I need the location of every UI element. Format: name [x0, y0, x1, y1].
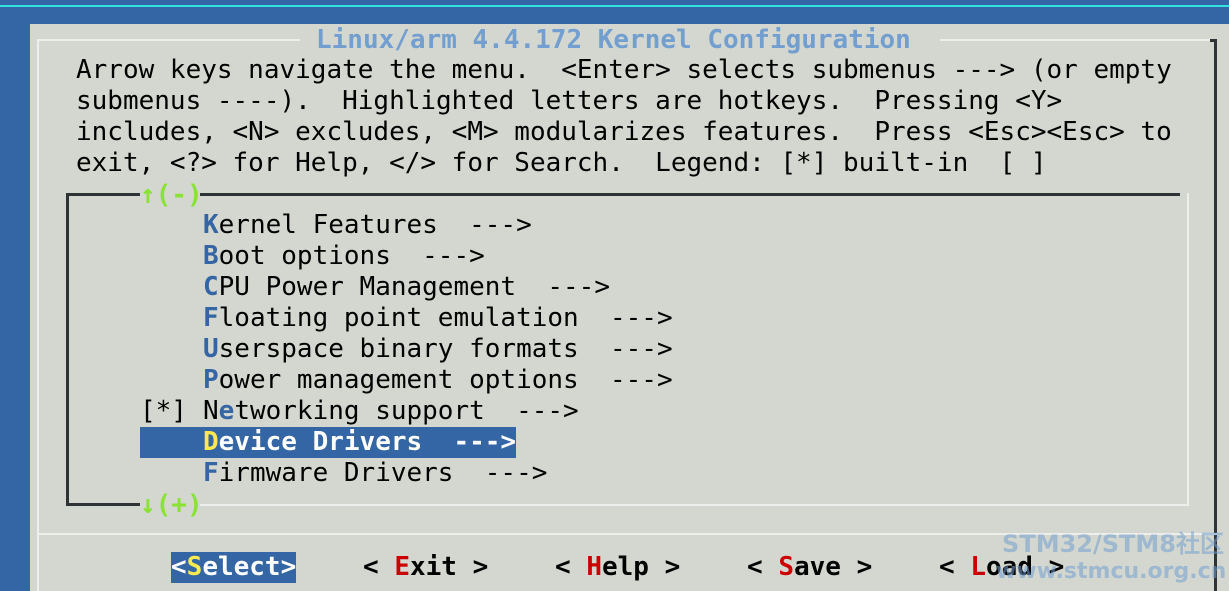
menu-item-label: Userspace binary formats --->	[203, 334, 673, 364]
help-text-line: exit, <?> for Help, </> for Search. Lege…	[76, 148, 1047, 178]
help-text-line: submenus ----). Highlighted letters are …	[76, 86, 1063, 116]
menu-item-label: Firmware Drivers --->	[203, 458, 547, 488]
dialog-border	[1214, 39, 1217, 591]
help-button[interactable]: < Help >	[555, 552, 680, 583]
menu-item[interactable]: [*] Networking support --->	[140, 396, 579, 427]
watermark: STM32/STM8社区 www.stmcu.org.cn	[996, 530, 1227, 586]
menu-item-hotkey: C	[203, 272, 219, 302]
save-button[interactable]: < Save >	[747, 552, 872, 583]
help-text-line: includes, <N> excludes, <M> modularizes …	[76, 117, 1172, 147]
menu-item-hotkey: P	[203, 365, 219, 395]
button-hotkey: L	[970, 552, 986, 582]
menu-box-border	[66, 193, 140, 196]
menu-item-hotkey: B	[203, 241, 219, 271]
watermark-line: STM32/STM8社区	[1002, 530, 1224, 558]
button-hotkey: E	[394, 552, 410, 582]
menu-item-text: loating point emulation --->	[218, 303, 673, 333]
menu-box-border	[66, 503, 140, 506]
button-bracket: <	[747, 552, 779, 582]
button-bracket: >	[456, 552, 489, 582]
scroll-up-indicator[interactable]: ↑(-)	[140, 180, 203, 211]
menu-item-label: Device Drivers --->	[203, 427, 516, 457]
menu-item-hotkey: F	[203, 303, 219, 333]
menu-item-text: PU Power Management --->	[218, 272, 610, 302]
menu-item-hotkey: e	[218, 396, 235, 426]
menu-item-hotkey: U	[203, 334, 219, 364]
menu-item[interactable]: Device Drivers --->	[140, 427, 517, 458]
menu-item-checkbox: [*]	[140, 396, 187, 426]
menu-item-text: evice Drivers --->	[218, 427, 517, 457]
menu-item-hotkey: K	[203, 210, 219, 240]
button-hotkey: H	[586, 552, 602, 582]
button-bracket: <	[363, 552, 395, 582]
menu-item-label: Floating point emulation --->	[203, 303, 673, 333]
menu-item-label: Kernel Features --->	[203, 210, 532, 240]
button-bracket: >	[648, 552, 681, 582]
menu-item-text: ernel Features --->	[218, 210, 532, 240]
menu-item[interactable]: Power management options --->	[140, 365, 673, 396]
menu-item-label: Power management options --->	[203, 365, 673, 395]
button-hotkey: S	[186, 552, 203, 582]
exit-button[interactable]: < Exit >	[363, 552, 488, 583]
menu-item[interactable]: Boot options --->	[140, 241, 485, 272]
button-label: elp	[601, 552, 649, 582]
button-bracket: >	[280, 552, 297, 582]
menu-item[interactable]: Floating point emulation --->	[140, 303, 673, 334]
select-button[interactable]: <Select>	[171, 552, 297, 583]
menu-item-hotkey: F	[203, 458, 219, 488]
menu-item[interactable]: Userspace binary formats --->	[140, 334, 673, 365]
button-label: ave	[793, 552, 841, 582]
scroll-down-indicator[interactable]: ↓(+)	[140, 490, 203, 521]
dialog-border	[37, 39, 300, 41]
help-text-line: Arrow keys navigate the menu. <Enter> se…	[76, 55, 1172, 85]
menu-item-label: CPU Power Management --->	[203, 272, 610, 302]
dialog-border	[940, 39, 1214, 41]
menu-item-text: serspace binary formats --->	[218, 334, 673, 364]
dialog-border	[1210, 39, 1217, 42]
button-bracket: <	[171, 552, 187, 582]
menu-item-hotkey: D	[203, 427, 219, 457]
menu-item[interactable]: Firmware Drivers --->	[140, 458, 547, 489]
watermark-line: www.stmcu.org.cn	[996, 559, 1227, 584]
menu-item-text: irmware Drivers --->	[218, 458, 548, 488]
menu-item-text: oot options --->	[218, 241, 485, 271]
menu-box-border	[200, 504, 1189, 506]
dialog-border	[37, 39, 39, 591]
button-label: xit	[409, 552, 457, 582]
menu-item[interactable]: Kernel Features --->	[140, 210, 532, 241]
button-bracket: <	[939, 552, 971, 582]
menu-box-border	[66, 193, 69, 505]
dialog-title: Linux/arm 4.4.172 Kernel Configuration	[316, 25, 911, 55]
menu-item-text: ower management options --->	[218, 365, 673, 395]
top-border-line	[0, 5, 1229, 7]
menu-item-label: Boot options --->	[203, 241, 485, 271]
menu-box-border	[1187, 193, 1189, 506]
button-label: elect	[202, 552, 281, 582]
button-bracket: >	[840, 552, 873, 582]
menu-item[interactable]: CPU Power Management --->	[140, 272, 610, 303]
button-hotkey: S	[778, 552, 794, 582]
menu-item-label: Networking support --->	[203, 396, 579, 426]
button-bracket: <	[555, 552, 587, 582]
menu-box-border	[200, 193, 1180, 196]
